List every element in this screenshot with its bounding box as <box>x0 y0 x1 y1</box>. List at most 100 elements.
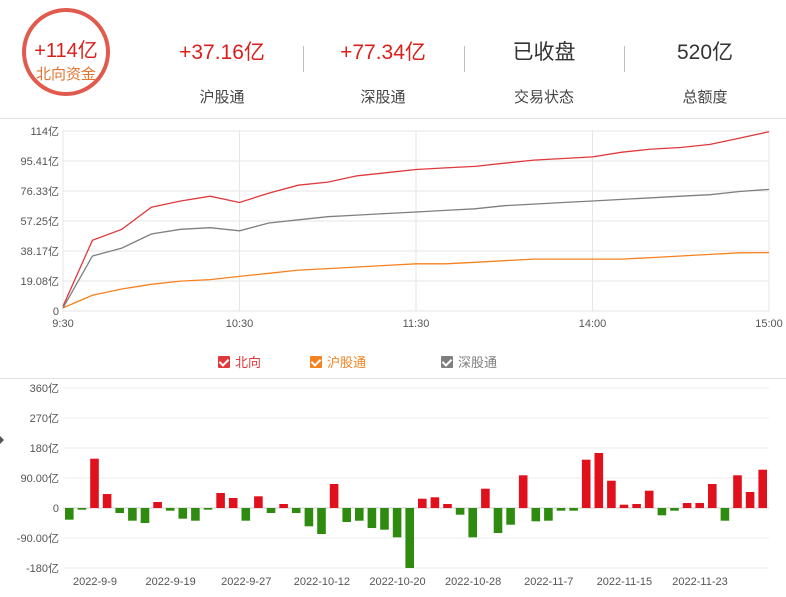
bar <box>455 508 465 515</box>
bar <box>329 484 339 508</box>
bar <box>695 503 704 508</box>
bar <box>632 504 641 508</box>
stat-label: 沪股通 <box>199 89 245 106</box>
bar <box>254 496 263 508</box>
bar <box>531 508 541 522</box>
northbound-total-badge: +114亿 北向资金 <box>22 8 110 96</box>
stat-value: +77.34亿 <box>340 41 426 64</box>
bar <box>481 488 490 508</box>
bar <box>720 508 730 521</box>
y-tick-label: 76.33亿 <box>20 185 59 198</box>
bar <box>644 490 654 508</box>
bar <box>228 498 238 508</box>
stat-label: 交易状态 <box>513 89 574 106</box>
x-tick-label: 2022-9-9 <box>73 576 117 588</box>
divider <box>624 46 625 72</box>
northbound-total-value: +114亿 <box>34 40 98 62</box>
bar <box>317 508 326 534</box>
y-tick-label: 0 <box>53 503 59 515</box>
stat-label: 深股通 <box>360 89 406 106</box>
x-tick-label: 2022-10-28 <box>445 576 501 588</box>
x-tick-label: 9:30 <box>52 318 73 330</box>
x-tick-label: 11:30 <box>403 318 430 330</box>
bar <box>493 508 503 533</box>
bar <box>544 508 553 521</box>
bar <box>733 475 742 508</box>
bar <box>115 508 124 513</box>
divider <box>464 46 465 72</box>
bar <box>392 508 402 538</box>
x-tick-label: 2022-10-20 <box>369 576 425 588</box>
legend-item-northbound[interactable]: 北向 <box>218 352 261 371</box>
y-tick-label: 0 <box>53 306 59 318</box>
bar <box>216 493 225 508</box>
bar <box>178 508 188 519</box>
x-tick-label: 2022-11-23 <box>672 576 727 588</box>
bar <box>506 508 515 525</box>
checkbox-icon <box>310 355 322 368</box>
bar <box>745 492 755 508</box>
bar <box>291 508 301 513</box>
x-tick-label: 2022-9-19 <box>146 576 196 588</box>
y-tick-label: 57.25亿 <box>20 215 59 228</box>
bar <box>682 503 692 508</box>
legend-label: 深股通 <box>458 355 498 370</box>
y-tick-label: 90.00亿 <box>20 472 59 485</box>
legend-item-shanghai-connect[interactable]: 沪股通 <box>310 352 366 371</box>
legend-label: 沪股通 <box>327 355 367 370</box>
bar <box>405 508 414 568</box>
bar <box>77 508 87 510</box>
bar <box>443 504 452 508</box>
bar <box>140 508 150 523</box>
bar <box>203 508 213 510</box>
stat-value: 已收盘 <box>512 41 576 64</box>
divider <box>303 46 304 72</box>
checkbox-icon <box>218 355 230 368</box>
x-tick-label: 2022-9-27 <box>221 576 271 588</box>
bar <box>418 498 427 508</box>
y-tick-label: -180亿 <box>26 562 59 575</box>
bar <box>191 508 200 521</box>
y-tick-label: 38.17亿 <box>20 245 59 258</box>
x-tick-label: 2022-11-15 <box>597 576 652 588</box>
stat-shenzhen-connect: +77.34亿 深股通 <box>313 40 453 107</box>
x-tick-label: 14:00 <box>579 318 607 330</box>
legend-label: 北向 <box>235 355 262 370</box>
stat-total-quota: 520亿 总额度 <box>635 40 775 107</box>
bar <box>468 508 477 538</box>
bar <box>266 508 276 513</box>
bar <box>569 508 578 511</box>
bar <box>518 475 528 508</box>
bar <box>430 497 440 508</box>
northbound-total-label: 北向资金 <box>35 66 96 83</box>
stat-value: +37.16亿 <box>179 41 265 64</box>
checkbox-icon <box>441 355 453 368</box>
y-tick-label: 95.41亿 <box>20 155 59 168</box>
y-tick-label: 114亿 <box>30 125 59 138</box>
stat-trade-status: 已收盘 交易状态 <box>474 40 614 107</box>
bar <box>581 459 591 508</box>
bar <box>241 508 251 521</box>
x-tick-label: 10:30 <box>226 318 254 330</box>
bar <box>380 508 389 530</box>
y-tick-label: 270亿 <box>30 412 59 425</box>
bar <box>367 508 377 528</box>
stat-value: 520亿 <box>676 41 734 64</box>
bar <box>90 458 99 508</box>
bar <box>657 508 667 516</box>
y-tick-label: -90.00亿 <box>17 532 59 545</box>
bar <box>758 469 767 508</box>
legend-item-shenzhen-connect[interactable]: 深股通 <box>441 352 497 371</box>
bar <box>708 484 717 508</box>
bar <box>153 502 162 508</box>
y-tick-label: 180亿 <box>30 442 59 455</box>
scroll-left-icon[interactable] <box>0 436 4 444</box>
y-tick-label: 360亿 <box>30 382 59 395</box>
bar <box>279 504 288 508</box>
bar <box>594 453 604 508</box>
stat-shanghai-connect: +37.16亿 沪股通 <box>152 40 292 107</box>
bar <box>128 508 137 521</box>
bar <box>102 494 112 508</box>
bar <box>355 508 364 521</box>
intraday-flow-chart: 114亿 95.41亿 76.33亿 57.25亿 38.17亿 19.08亿 09:30 1… <box>20 125 782 330</box>
